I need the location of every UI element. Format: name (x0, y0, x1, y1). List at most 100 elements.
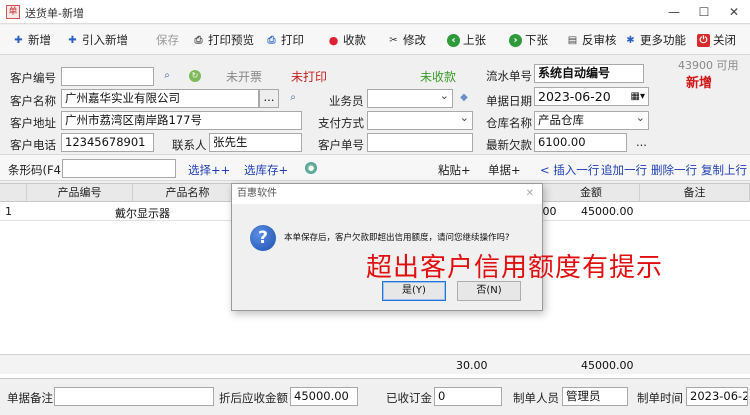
serial-no-input[interactable]: 系统自动编号 (534, 64, 644, 83)
edit-button[interactable]: ✂ 修改 (387, 30, 426, 50)
annotation-text: 超出客户信用额度有提示 (366, 253, 664, 283)
delete-row-link[interactable]: 删除一行 (651, 162, 697, 178)
yes-button[interactable]: 是(Y) (382, 281, 446, 301)
phone-label: 客户电话 (10, 138, 56, 152)
edit-label: 修改 (403, 33, 426, 47)
row-number-header (0, 184, 27, 202)
contact-input[interactable]: 张先生 (209, 133, 302, 152)
contact-label: 联系人 (172, 138, 207, 152)
form-area: 客户编号 ⌕ ↻ 未开票 未打印 未收款 流水单号 系统自动编号 43900 可… (0, 56, 750, 154)
print-status: 未打印 (291, 70, 328, 84)
edit-icon: ✂ (389, 34, 398, 46)
warehouse-select[interactable]: 产品仓库 (534, 111, 649, 130)
eraser-icon[interactable]: ◆ (458, 92, 470, 104)
collect-payment-button[interactable]: ● 收款 (327, 30, 366, 50)
previous-button[interactable]: ‹ 上张 (447, 30, 486, 50)
next-button[interactable]: › 下张 (509, 30, 548, 50)
maker-label: 制单人员 (513, 391, 559, 405)
refresh-icon[interactable]: ↻ (189, 70, 201, 82)
maker-input[interactable]: 管理员 (562, 387, 628, 406)
deposit-label: 已收订金 (386, 391, 432, 405)
customer-code-input[interactable] (61, 67, 154, 86)
doc-date-value: 2023-06-20 (538, 89, 611, 104)
customer-name-input[interactable]: 广州嘉华实业有限公司 (61, 89, 259, 108)
remark-label: 单据备注 (7, 391, 53, 405)
minimize-button[interactable]: — (660, 2, 688, 22)
dialog-close-button[interactable]: ✕ (526, 184, 534, 204)
address-input[interactable]: 广州市荔湾区南岸路177号 (61, 111, 302, 130)
next-label: 下张 (525, 33, 548, 47)
latest-debt-more[interactable]: ... (636, 135, 647, 149)
salesman-select[interactable] (367, 89, 453, 108)
barcode-input[interactable] (62, 159, 176, 178)
phone-input[interactable]: 12345678901 (61, 133, 154, 152)
no-button[interactable]: 否(N) (457, 281, 521, 301)
column-header[interactable]: 备注 (640, 184, 750, 202)
printer-icon: ⎙ (267, 34, 276, 46)
deposit-input[interactable]: 0 (434, 387, 502, 406)
grid-footer: 30.00 45000.00 (0, 354, 750, 374)
quantity-total: 30.00 (456, 359, 488, 372)
remark-input[interactable] (54, 387, 214, 406)
close-label: 关闭 (713, 33, 736, 47)
globe-icon[interactable]: ● (305, 162, 317, 174)
save-button[interactable]: 保存 (156, 30, 179, 50)
credit-available: 43900 可用 (678, 59, 739, 72)
import-new-label: 引入新增 (82, 33, 128, 47)
print-preview-button[interactable]: ⎙ 打印预览 (192, 30, 255, 50)
customer-code-label: 客户编号 (10, 71, 56, 85)
close-window-button[interactable]: ✕ (720, 2, 748, 22)
barcode-label: 条形码(F4) (8, 163, 66, 177)
product-name-cell[interactable]: 戴尔显示器 (115, 205, 170, 221)
new-button[interactable]: ✚ 新增 (12, 30, 51, 50)
column-header[interactable]: 产品名称 (133, 184, 243, 202)
copy-previous-link[interactable]: 复制上行 (701, 162, 747, 178)
warehouse-label: 仓库名称 (486, 116, 532, 130)
select-link[interactable]: 选择++ (188, 162, 230, 178)
discount-amount-label: 折后应收金额 (219, 391, 288, 405)
append-row-link[interactable]: 追加一行 (601, 162, 647, 178)
doc-date-input[interactable]: 2023-06-20 ▦▾ (534, 87, 649, 106)
title-bar: 单 送货单-新增 — ☐ ✕ (0, 0, 750, 24)
dialog-title: 百惠软件 (232, 184, 542, 204)
new-button-label: 新增 (28, 33, 51, 47)
pay-method-label: 支付方式 (318, 116, 364, 130)
column-header[interactable]: 金额 (543, 184, 640, 202)
previous-label: 上张 (463, 33, 486, 47)
column-header[interactable]: 产品编号 (27, 184, 133, 202)
new-flag: 新增 (686, 76, 713, 91)
paste-button[interactable]: 粘贴+ (438, 162, 471, 178)
customer-order-label: 客户单号 (318, 138, 364, 152)
calendar-icon[interactable]: ▦▾ (631, 89, 645, 104)
bottom-bar: 单据备注 折后应收金额 45000.00 已收订金 0 制单人员 管理员 制单时… (0, 380, 750, 415)
import-new-button[interactable]: ✚ 引入新增 (66, 30, 128, 50)
make-time-label: 制单时间 (637, 391, 683, 405)
select-stock-link[interactable]: 选库存+ (244, 162, 288, 178)
more-functions-label: 更多功能 (640, 33, 686, 47)
address-label: 客户地址 (10, 116, 56, 130)
collect-status: 未收款 (420, 70, 457, 84)
insert-row-link[interactable]: < 插入一行 (540, 162, 599, 178)
customer-name-browse-button[interactable]: ... (259, 89, 279, 108)
customer-name-label: 客户名称 (10, 94, 56, 108)
customer-order-input[interactable] (367, 133, 473, 152)
discount-amount-input[interactable]: 45000.00 (290, 387, 358, 406)
more-functions-icon: ✱ (626, 34, 635, 46)
unaudit-button[interactable]: ▤ 反审核 (566, 30, 617, 50)
amount-cell[interactable]: 45000.00 (581, 205, 634, 218)
make-time-input[interactable]: 2023-06-20 (686, 387, 748, 406)
pay-method-select[interactable] (367, 111, 473, 130)
more-functions-button[interactable]: ✱ 更多功能 (624, 30, 686, 50)
search-icon[interactable]: ⌕ (287, 92, 299, 104)
serial-no-label: 流水单号 (486, 69, 532, 83)
plus-icon: ✚ (14, 34, 23, 46)
print-button[interactable]: ⎙ 打印 (265, 30, 305, 50)
salesman-label: 业务员 (329, 94, 364, 108)
document-button[interactable]: 单据+ (488, 162, 521, 178)
search-icon[interactable]: ⌕ (161, 70, 173, 82)
latest-debt-input[interactable]: 6100.00 (534, 133, 627, 152)
maximize-button[interactable]: ☐ (690, 2, 718, 22)
next-icon: › (509, 33, 522, 47)
window-title: 送货单-新增 (25, 7, 84, 20)
close-button[interactable]: ⏻ 关闭 (697, 30, 736, 50)
